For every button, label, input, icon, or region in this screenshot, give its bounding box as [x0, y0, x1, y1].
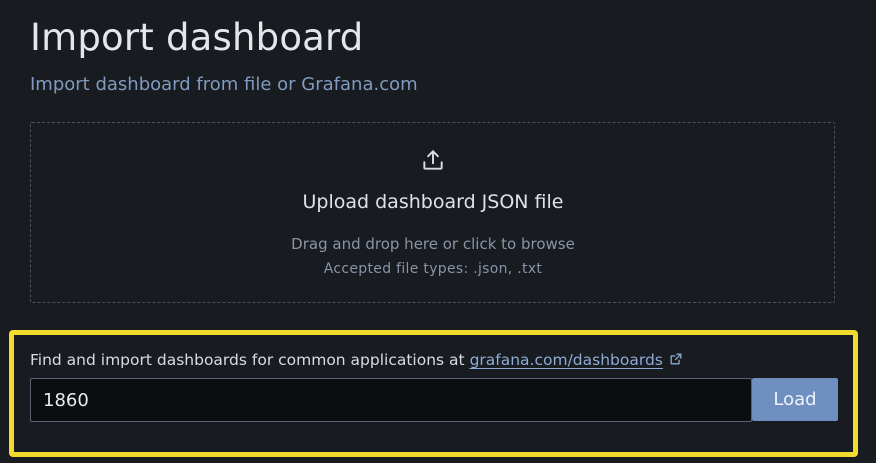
load-button[interactable]: Load	[752, 378, 838, 421]
upload-hint: Drag and drop here or click to browse	[291, 235, 575, 253]
accepted-file-types: Accepted file types: .json, .txt	[323, 261, 543, 277]
import-dashboard-page: Import dashboard Import dashboard from f…	[0, 0, 876, 463]
upload-title: Upload dashboard JSON file	[302, 191, 564, 213]
grafana-dashboards-link[interactable]: grafana.com/dashboards	[470, 351, 663, 369]
page-title: Import dashboard	[30, 16, 364, 59]
external-link-icon[interactable]	[669, 352, 683, 366]
page-subtitle: Import dashboard from file or Grafana.co…	[30, 74, 418, 95]
find-dashboards-prompt: Find and import dashboards for common ap…	[30, 351, 470, 369]
upload-icon	[423, 150, 443, 170]
dashboard-id-input[interactable]	[30, 378, 752, 422]
find-dashboards-text: Find and import dashboards for common ap…	[30, 350, 683, 370]
